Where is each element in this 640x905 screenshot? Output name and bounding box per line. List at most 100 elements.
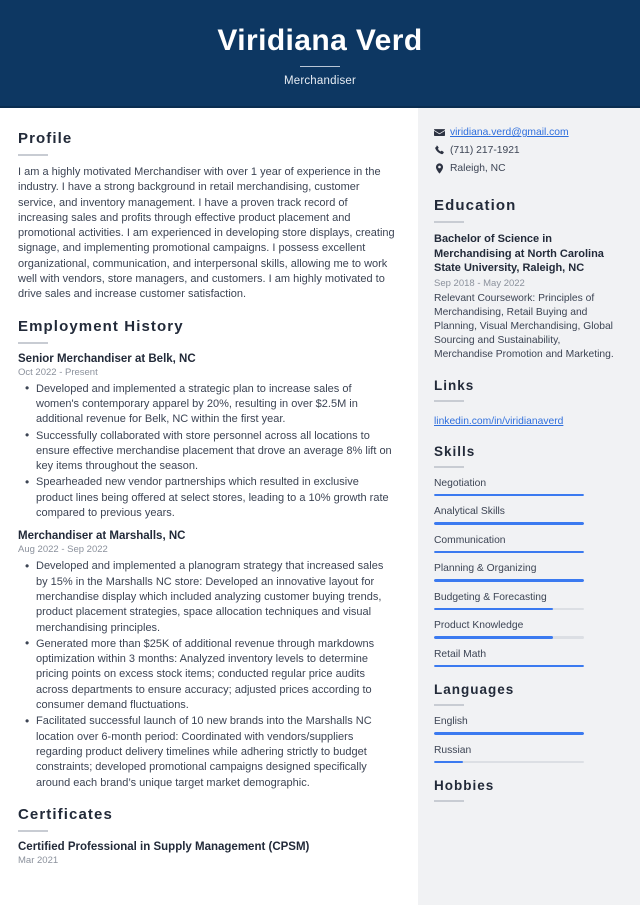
link-linkedin[interactable]: linkedin.com/in/viridianaverd	[434, 416, 563, 427]
skill-item: Budgeting & Forecasting	[434, 591, 618, 611]
skill-bar-track	[434, 636, 584, 639]
language-item: English	[434, 715, 618, 735]
skill-bar-track	[434, 664, 584, 668]
language-label: English	[434, 716, 468, 728]
job-bullets: Developed and implemented a strategic pl…	[18, 381, 396, 522]
resume-page: Viridiana Verd Merchandiser Profile I am…	[0, 0, 640, 905]
skill-label: Planning & Organizing	[434, 563, 537, 575]
skill-bar-track	[434, 522, 584, 525]
education-dates: Sep 2018 - May 2022	[434, 277, 525, 289]
resume-header: Viridiana Verd Merchandiser	[0, 0, 640, 106]
skills-heading-rule	[434, 465, 464, 468]
skills-section: Skills Negotiation Analytical Skills Com…	[434, 444, 618, 668]
contact-phone-row: (711) 217-1921	[434, 144, 618, 157]
job-bullet: Successfully collaborated with store per…	[25, 428, 396, 475]
skill-bar-track	[434, 607, 584, 611]
hobbies-heading: Hobbies	[434, 778, 495, 794]
skill-label: Communication	[434, 534, 506, 546]
profile-section: Profile I am a highly motivated Merchand…	[18, 130, 396, 303]
hobbies-section: Hobbies	[434, 778, 618, 803]
language-item: Russian	[434, 744, 618, 764]
certificates-section: Certificates Certified Professional in S…	[18, 806, 396, 866]
links-heading-rule	[434, 399, 464, 402]
skill-item: Negotiation	[434, 477, 618, 497]
job-title: Senior Merchandiser at Belk, NC	[18, 352, 196, 365]
employment-section: Employment History Senior Merchandiser a…	[18, 318, 396, 791]
language-bar-fill	[434, 760, 463, 764]
contact-location-row: Raleigh, NC	[434, 162, 618, 175]
resume-body: Profile I am a highly motivated Merchand…	[0, 108, 640, 905]
skill-item: Retail Math	[434, 648, 618, 668]
skill-label: Analytical Skills	[434, 506, 505, 518]
skill-item: Planning & Organizing	[434, 562, 618, 582]
job-title: Merchandiser at Marshalls, NC	[18, 530, 186, 543]
education-description: Relevant Coursework: Principles of Merch…	[434, 292, 614, 361]
skill-label: Retail Math	[434, 648, 487, 660]
links-heading: Links	[434, 377, 475, 393]
contact-location-value: Raleigh, NC	[450, 163, 506, 174]
hobbies-heading-rule	[434, 800, 464, 803]
skill-item: Communication	[434, 534, 618, 554]
header-divider	[300, 65, 340, 67]
employment-heading: Employment History	[18, 317, 184, 335]
education-heading: Education	[434, 197, 517, 214]
skill-bar-fill	[434, 579, 584, 582]
skills-heading: Skills	[434, 443, 476, 459]
contact-phone-value: (711) 217-1921	[450, 145, 520, 156]
contact-email-link[interactable]: viridiana.verd@gmail.com	[450, 126, 569, 139]
map-pin-icon	[434, 162, 450, 174]
skill-label: Budgeting & Forecasting	[434, 591, 547, 603]
skill-bar-fill	[434, 550, 584, 554]
education-degree: Bachelor of Science in Merchandising at …	[434, 233, 604, 274]
skill-bar-fill	[434, 664, 584, 668]
employment-heading-rule	[18, 341, 48, 344]
job-bullets: Developed and implemented a planogram st…	[18, 559, 396, 790]
languages-section: Languages English Russian	[434, 682, 618, 764]
skill-bar-fill	[434, 493, 584, 497]
education-entry: Bachelor of Science in Merchandising at …	[434, 232, 618, 363]
certificate-date: Mar 2021	[18, 854, 59, 866]
job-bullet: Developed and implemented a strategic pl…	[25, 381, 396, 428]
candidate-name: Viridiana Verd	[217, 23, 423, 57]
job-entry: Senior Merchandiser at Belk, NC Oct 2022…	[18, 353, 396, 522]
skill-bar-fill	[434, 522, 584, 525]
language-label: Russian	[434, 744, 472, 756]
languages-heading: Languages	[434, 682, 515, 698]
job-bullet: Generated more than $25K of additional r…	[25, 636, 396, 713]
job-dates: Oct 2022 - Present	[18, 366, 98, 378]
job-bullet: Developed and implemented a planogram st…	[25, 559, 396, 635]
profile-heading-rule	[18, 154, 48, 156]
job-bullet: Spearheaded new vendor partnerships whic…	[25, 475, 396, 521]
certificate-title: Certified Professional in Supply Managem…	[18, 840, 310, 853]
envelope-icon	[434, 126, 450, 138]
phone-icon	[434, 144, 450, 156]
certificates-heading: Certificates	[18, 805, 113, 823]
profile-heading: Profile	[18, 130, 73, 147]
skill-bar-fill	[434, 607, 553, 611]
job-bullet: Facilitated successful launch of 10 new …	[25, 714, 396, 790]
skill-bar-track	[434, 579, 584, 582]
skill-bar-fill	[434, 636, 553, 639]
links-section: Links linkedin.com/in/viridianaverd	[434, 378, 618, 429]
contact-list: viridiana.verd@gmail.com (711) 217-1921	[434, 126, 618, 175]
language-bar-track	[434, 760, 584, 764]
skill-bar-track	[434, 493, 584, 497]
candidate-job-title: Merchandiser	[283, 74, 357, 87]
main-column: Profile I am a highly motivated Merchand…	[0, 108, 418, 905]
profile-text: I am a highly motivated Merchandiser wit…	[18, 166, 395, 301]
education-section: Education Bachelor of Science in Merchan…	[434, 197, 618, 363]
contact-email-row: viridiana.verd@gmail.com	[434, 126, 618, 139]
education-heading-rule	[434, 221, 464, 223]
skill-bar-track	[434, 550, 584, 554]
languages-heading-rule	[434, 704, 464, 707]
skill-item: Analytical Skills	[434, 505, 618, 525]
certificates-heading-rule	[18, 829, 48, 832]
language-bar-track	[434, 732, 584, 735]
certificate-entry: Certified Professional in Supply Managem…	[18, 841, 396, 866]
skill-item: Product Knowledge	[434, 619, 618, 639]
sidebar-column: viridiana.verd@gmail.com (711) 217-1921	[418, 108, 640, 905]
job-dates: Aug 2022 - Sep 2022	[18, 544, 108, 556]
skill-label: Negotiation	[434, 477, 487, 489]
language-bar-fill	[434, 732, 584, 735]
job-entry: Merchandiser at Marshalls, NC Aug 2022 -…	[18, 530, 396, 790]
